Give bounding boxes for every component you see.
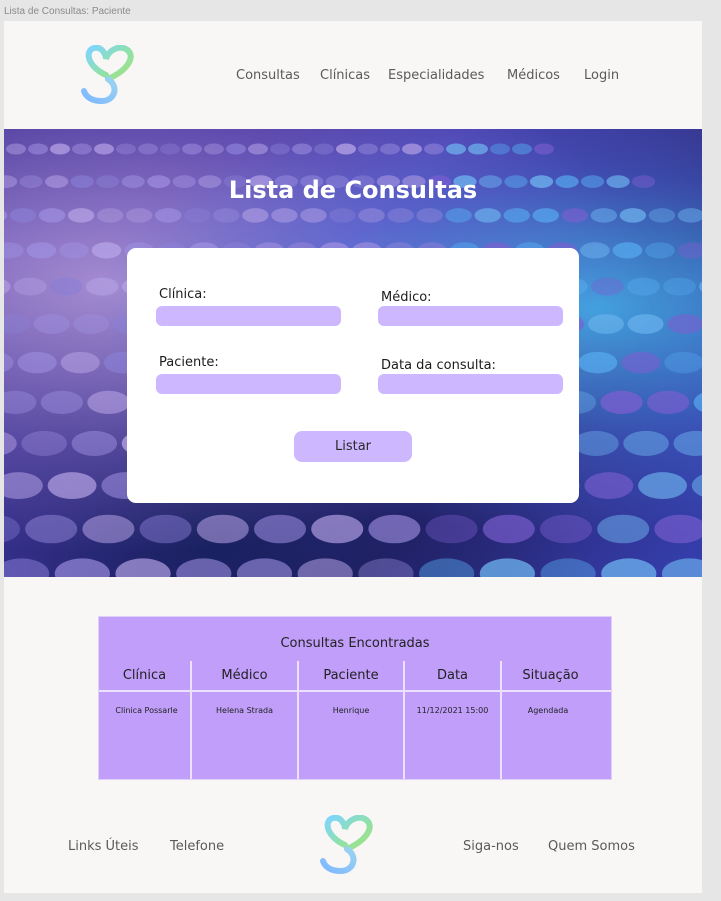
cell-situacao: Agendada [527,706,569,715]
data-consulta-input[interactable] [378,374,563,394]
main-nav: Consultas Clínicas Especialidades Médico… [4,68,702,88]
column-header-medico: Médico [221,668,268,683]
frame-label: Lista de Consultas: Paciente [4,6,131,17]
medico-input[interactable] [378,306,563,326]
nav-item-clinicas[interactable]: Clínicas [320,68,370,83]
medico-label: Médico: [381,290,432,305]
clinica-input[interactable] [156,306,341,326]
header-divider [99,690,611,692]
cell-medico: Helena Strada [216,706,273,715]
page: Consultas Clínicas Especialidades Médico… [4,21,702,893]
page-title: Lista de Consultas [228,176,478,204]
cell-paciente: Henrique [332,706,370,715]
data-consulta-label: Data da consulta: [381,358,496,373]
hero-banner: Lista de Consultas Clínica: Médico: Paci… [4,129,702,577]
paciente-input[interactable] [156,374,341,394]
column-header-data: Data [436,668,469,683]
column-header-paciente: Paciente [323,668,379,683]
nav-item-especialidades[interactable]: Especialidades [388,68,484,83]
nav-item-login[interactable]: Login [584,68,619,83]
nav-item-consultas[interactable]: Consultas [236,68,300,83]
column-header-situacao: Situação [522,668,579,683]
paciente-label: Paciente: [159,355,219,370]
footer-telefone[interactable]: Telefone [170,839,224,854]
search-form: Clínica: Médico: Paciente: Data da consu… [127,248,579,503]
clinica-label: Clínica: [159,287,207,302]
column-header-clinica: Clínica [122,668,167,683]
footer-siga-nos[interactable]: Siga-nos [463,839,519,854]
cell-clinica: Clinica Possarle [115,706,178,715]
nav-item-medicos[interactable]: Médicos [507,68,560,83]
cell-data: 11/12/2021 15:00 [416,706,489,715]
heart-s-logo-icon[interactable] [317,815,375,877]
footer-quem-somos[interactable]: Quem Somos [548,839,635,854]
footer-links-uteis[interactable]: Links Úteis [68,839,139,854]
results-table: Consultas Encontradas Clínica Médico Pac… [98,616,612,780]
results-title: Consultas Encontradas [280,636,430,651]
listar-button[interactable]: Listar [294,431,412,462]
